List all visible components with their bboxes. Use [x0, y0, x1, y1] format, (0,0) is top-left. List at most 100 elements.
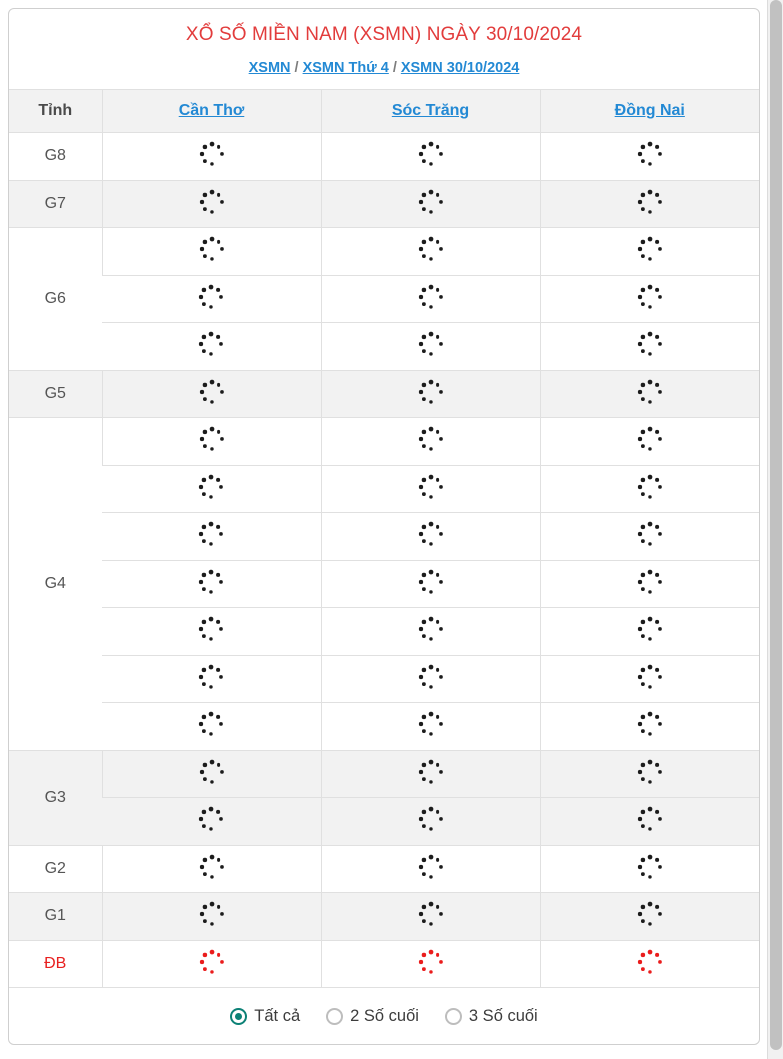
- result-cell: [101, 417, 321, 466]
- result-cell: [539, 559, 759, 608]
- loading-spinner-icon: [418, 141, 444, 167]
- result-cell: [102, 464, 321, 513]
- radio-option-label: 3 Số cuối: [468, 1006, 538, 1025]
- result-cell: [539, 227, 759, 276]
- result-cell: [102, 797, 321, 846]
- loading-spinner-icon: [637, 236, 663, 262]
- table-row: G3: [9, 749, 759, 846]
- page-scrollbar-thumb[interactable]: [770, 0, 782, 1050]
- loading-spinner-icon: [199, 426, 225, 452]
- loading-spinner-icon: [418, 331, 444, 357]
- loading-spinner-icon: [199, 236, 225, 262]
- result-cell: [539, 417, 759, 466]
- result-cell: [102, 702, 321, 751]
- radio-button-icon[interactable]: [230, 1007, 248, 1025]
- table-row: [9, 797, 759, 846]
- result-cell: [539, 844, 759, 893]
- result-cell: [320, 844, 540, 893]
- result-cell: [539, 654, 759, 703]
- loading-spinner-icon: [637, 189, 663, 215]
- page-root: XỔ SỐ MIỀN NAM (XSMN) NGÀY 30/10/2024 XS…: [0, 0, 783, 1059]
- radio-option-1[interactable]: 2 Số cuối: [326, 1007, 419, 1026]
- loading-spinner-icon: [418, 189, 444, 215]
- loading-spinner-icon: [418, 854, 444, 880]
- radio-option-2[interactable]: 3 Số cuối: [444, 1006, 538, 1026]
- lottery-result-card: XỔ SỐ MIỀN NAM (XSMN) NGÀY 30/10/2024 XS…: [8, 8, 760, 1045]
- result-cell: [320, 132, 540, 181]
- loading-spinner-icon: [198, 806, 224, 832]
- result-cell: [539, 179, 759, 228]
- table-row: G2: [9, 844, 759, 893]
- loading-spinner-icon: [637, 426, 663, 452]
- result-cell: [102, 607, 321, 656]
- digit-filter-group: Tất cả 2 Số cuối 3 Số cuối: [9, 988, 759, 1044]
- result-cell: [102, 322, 321, 371]
- radio-option-label: Tất cả: [254, 1006, 301, 1025]
- result-cell: [539, 702, 759, 751]
- table-row: G6: [9, 227, 759, 371]
- table-row: [9, 702, 759, 751]
- loading-spinner-icon: [637, 521, 663, 547]
- result-cell: [320, 512, 540, 561]
- loading-spinner-icon: [199, 379, 225, 405]
- loading-spinner-icon: [637, 759, 663, 785]
- prize-label-cell: G4: [9, 417, 102, 751]
- loading-spinner-icon: [199, 189, 225, 215]
- loading-spinner-icon: [199, 949, 225, 975]
- prize-label-cell: G1: [9, 892, 102, 941]
- result-cell: [539, 749, 759, 798]
- result-cell: [539, 607, 759, 656]
- result-cell: [320, 417, 540, 466]
- column-header-prize: Tỉnh: [9, 89, 102, 133]
- result-cell: [320, 464, 540, 513]
- province-link-can-tho[interactable]: Cần Thơ: [179, 102, 245, 119]
- table-head: Tỉnh Cần Thơ Sóc Trăng Đồng Nai: [9, 89, 759, 133]
- result-cell: [101, 132, 321, 181]
- table-row: [9, 654, 759, 703]
- table-row: [9, 464, 759, 513]
- breadcrumb-link-xsmn[interactable]: XSMN: [249, 60, 291, 76]
- loading-spinner-icon: [198, 711, 224, 737]
- result-cell: [539, 322, 759, 371]
- card-header: XỔ SỐ MIỀN NAM (XSMN) NGÀY 30/10/2024 XS…: [9, 9, 759, 89]
- result-cell: [101, 844, 321, 893]
- loading-spinner-icon: [198, 474, 224, 500]
- loading-spinner-icon: [418, 711, 444, 737]
- loading-spinner-icon: [198, 284, 224, 310]
- loading-spinner-icon: [637, 569, 663, 595]
- result-cell: [101, 179, 321, 228]
- loading-spinner-icon: [198, 569, 224, 595]
- result-cell: [320, 607, 540, 656]
- loading-spinner-icon: [637, 616, 663, 642]
- radio-button-icon[interactable]: [444, 1007, 462, 1025]
- loading-spinner-icon: [637, 379, 663, 405]
- loading-spinner-icon: [637, 284, 663, 310]
- column-header-province-2: Sóc Trăng: [320, 89, 540, 133]
- radio-option-0[interactable]: Tất cả: [230, 1007, 300, 1026]
- loading-spinner-icon: [637, 331, 663, 357]
- province-link-dong-nai[interactable]: Đồng Nai: [615, 102, 685, 119]
- result-cell: [101, 892, 321, 941]
- table-row: G7: [9, 179, 759, 228]
- loading-spinner-icon: [418, 521, 444, 547]
- result-cell: [320, 702, 540, 751]
- prize-label-cell: ĐB: [9, 939, 102, 988]
- loading-spinner-icon: [199, 901, 225, 927]
- radio-button-icon[interactable]: [326, 1007, 344, 1025]
- breadcrumb-link-date[interactable]: XSMN 30/10/2024: [401, 60, 520, 76]
- result-cell: [320, 227, 540, 276]
- result-cell: [539, 512, 759, 561]
- page-scrollbar-track[interactable]: [767, 0, 783, 1059]
- loading-spinner-icon: [637, 141, 663, 167]
- result-cell: [539, 464, 759, 513]
- column-header-province-1: Cần Thơ: [101, 89, 321, 133]
- loading-spinner-icon: [418, 901, 444, 927]
- table-row: ĐB: [9, 939, 759, 988]
- loading-spinner-icon: [418, 284, 444, 310]
- province-link-soc-trang[interactable]: Sóc Trăng: [392, 102, 469, 119]
- loading-spinner-icon: [637, 664, 663, 690]
- loading-spinner-icon: [418, 806, 444, 832]
- loading-spinner-icon: [637, 949, 663, 975]
- breadcrumb-link-weekday[interactable]: XSMN Thứ 4: [303, 60, 389, 76]
- prize-label-cell: G2: [9, 844, 102, 893]
